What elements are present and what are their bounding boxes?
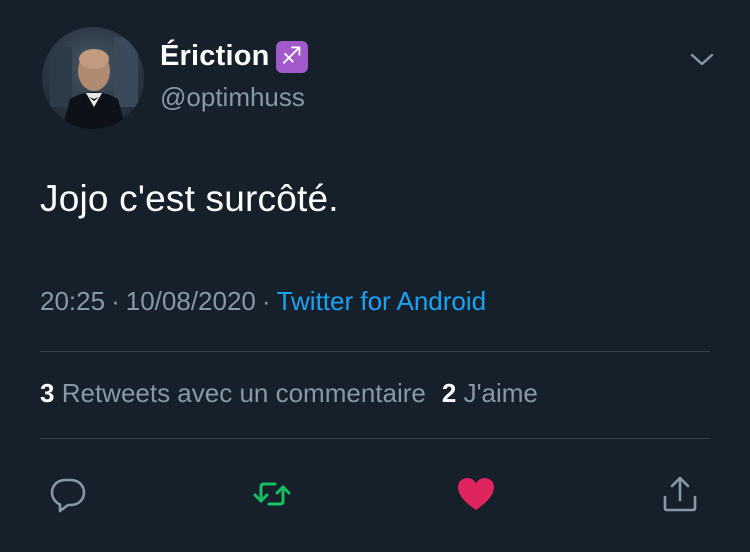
likes-stat[interactable]: 2 J'aime xyxy=(442,378,538,408)
tweet-text: Jojo c'est surcôté. xyxy=(40,178,339,219)
heart-icon[interactable] xyxy=(455,473,497,515)
share-icon[interactable] xyxy=(659,473,701,515)
sagittarius-emoji-icon: ♐ xyxy=(275,40,308,73)
retweets-stat[interactable]: 3 Retweets avec un commentaire xyxy=(40,378,426,408)
tweet-time[interactable]: 20:25 xyxy=(40,286,105,316)
chevron-down-icon[interactable] xyxy=(688,48,716,70)
tweet-stats: 3 Retweets avec un commentaire 2 J'aime xyxy=(40,378,538,409)
avatar-image xyxy=(42,27,144,129)
divider xyxy=(40,438,710,439)
tweet-metadata: 20:25 · 10/08/2020 · Twitter for Android xyxy=(40,286,486,317)
retweets-count: 3 xyxy=(40,378,55,408)
display-name[interactable]: Ériction xyxy=(160,40,270,73)
tweet-detail: Ériction ♐ @optimhuss Jojo c'est surcôté… xyxy=(0,0,750,552)
author-name-row[interactable]: Ériction ♐ xyxy=(160,40,308,73)
likes-label: J'aime xyxy=(463,378,538,408)
likes-count: 2 xyxy=(441,378,457,408)
tweet-date[interactable]: 10/08/2020 xyxy=(126,286,256,316)
divider xyxy=(40,351,710,352)
separator: · xyxy=(111,286,120,316)
reply-icon[interactable] xyxy=(47,473,89,515)
user-handle[interactable]: @optimhuss xyxy=(160,82,305,113)
separator: · xyxy=(261,286,271,316)
retweets-label: Retweets avec un commentaire xyxy=(61,378,426,408)
avatar[interactable] xyxy=(42,27,144,129)
retweet-icon[interactable] xyxy=(251,473,293,515)
tweet-source-link[interactable]: Twitter for Android xyxy=(277,286,487,316)
